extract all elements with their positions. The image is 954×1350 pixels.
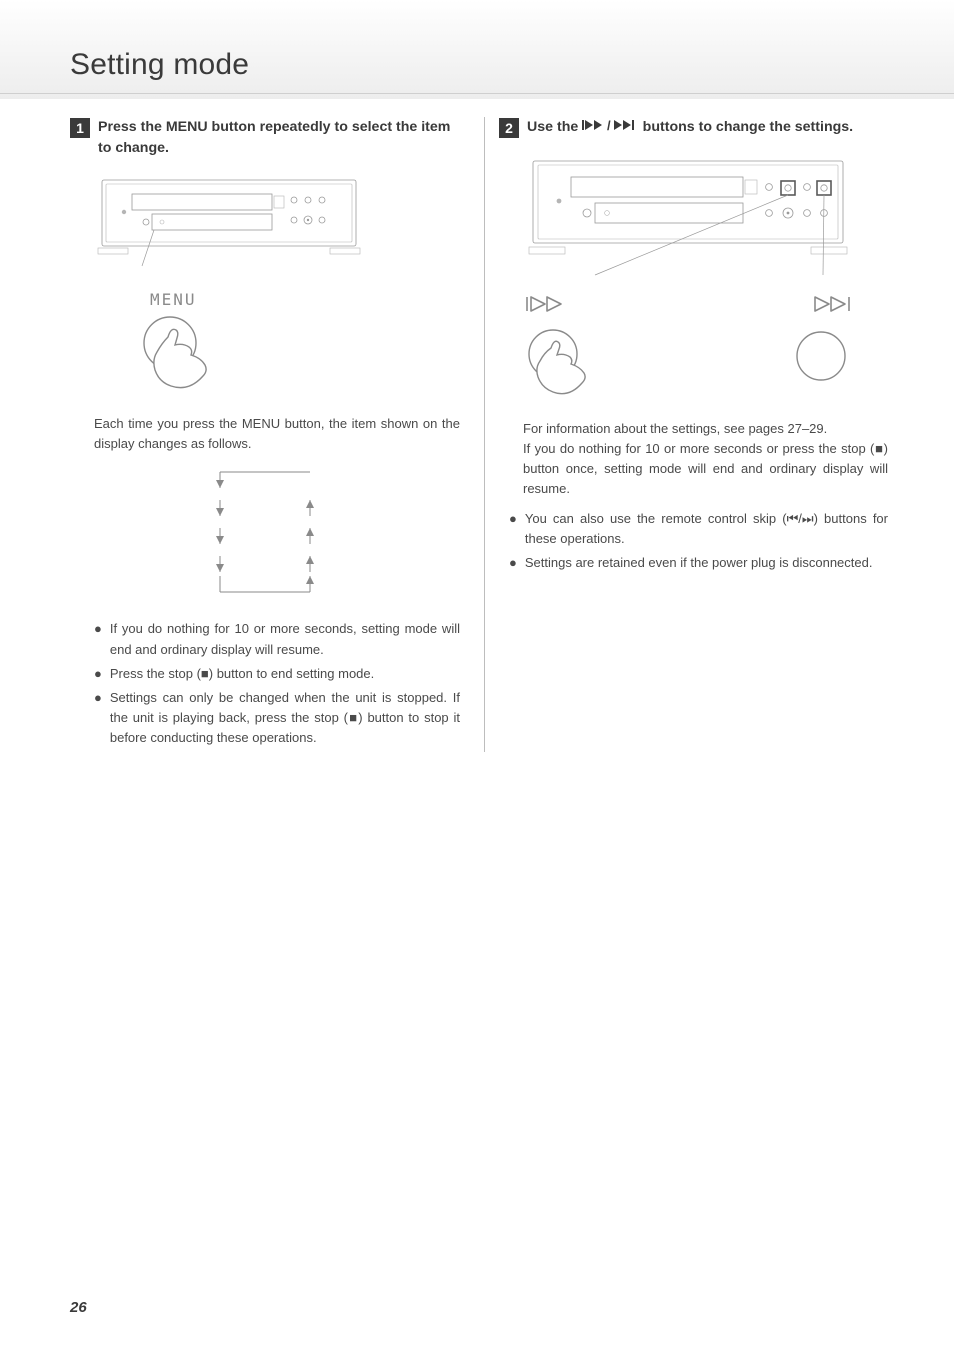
left-column: 1 Press the MENU button repeatedly to se… <box>70 117 474 752</box>
skip-buttons-glyph: / <box>582 118 638 139</box>
step-2-text-b: buttons to change the settings. <box>643 119 853 135</box>
bullet-dot-icon: ● <box>509 553 517 573</box>
bullet-dot-icon: ● <box>94 619 102 659</box>
page-number: 26 <box>70 1299 87 1316</box>
list-item: ● Settings can only be changed when the … <box>94 688 460 748</box>
skip-icons-row <box>523 293 853 320</box>
pointing-hand-icon <box>523 328 603 405</box>
step-2-heading: 2 Use the / <box>499 117 888 139</box>
content-area: 1 Press the MENU button repeatedly to se… <box>70 117 904 1290</box>
step-badge-2: 2 <box>499 118 519 138</box>
list-item: ● Settings are retained even if the powe… <box>509 553 888 573</box>
menu-cycle-icon <box>180 464 350 604</box>
two-columns: 1 Press the MENU button repeatedly to se… <box>70 117 904 752</box>
step1-after-fig-para: Each time you press the MENU button, the… <box>94 414 460 454</box>
list-item: ● If you do nothing for 10 or more secon… <box>94 619 460 659</box>
step2-bullets: ● You can also use the remote control sk… <box>509 509 888 573</box>
step1-bullets: ● If you do nothing for 10 or more secon… <box>94 619 460 748</box>
bullet-dot-icon: ● <box>509 509 517 549</box>
bullet-text: Press the stop (■) button to end setting… <box>110 664 460 684</box>
hand-figure-1 <box>138 315 460 400</box>
hand-row <box>523 328 853 405</box>
step1-cycle-intro: Each time you press the MENU button, the… <box>94 414 460 454</box>
bullet-text: You can also use the remote control skip… <box>525 509 888 549</box>
bullet-dot-icon: ● <box>94 688 102 748</box>
page-title: Setting mode <box>70 48 249 82</box>
device-front-panel-icon <box>94 172 364 282</box>
list-item: ● You can also use the remote control sk… <box>509 509 888 549</box>
pointing-hand-icon <box>138 315 228 395</box>
list-item: ● Press the stop (■) button to end setti… <box>94 664 460 684</box>
step-1-text-line2: to change. <box>98 140 169 156</box>
step2-resume-line: If you do nothing for 10 or more seconds… <box>523 439 888 499</box>
prev-track-icon <box>523 293 567 320</box>
step2-info-line: For information about the settings, see … <box>523 419 888 439</box>
step-1-text: Press the MENU button repeatedly to sele… <box>98 117 450 158</box>
step2-info-block: For information about the settings, see … <box>523 419 888 500</box>
step-1-text-line1: Press the MENU button repeatedly to sele… <box>98 119 450 135</box>
circle-button-icon <box>789 328 853 405</box>
page-root: Setting mode 1 Press the MENU button rep… <box>0 0 954 1350</box>
next-track-icon <box>809 293 853 320</box>
menu-label: MENU <box>150 290 460 309</box>
bullet-dot-icon: ● <box>94 664 102 684</box>
step-1-heading: 1 Press the MENU button repeatedly to se… <box>70 117 460 158</box>
menu-cycle-figure <box>180 464 350 609</box>
header-rule <box>0 93 954 94</box>
svg-text:/: / <box>607 118 611 132</box>
bullet-text: Settings can only be changed when the un… <box>110 688 460 748</box>
bullet-text: If you do nothing for 10 or more seconds… <box>110 619 460 659</box>
bullet-text: Settings are retained even if the power … <box>525 553 888 573</box>
device-figure-2 <box>523 153 888 283</box>
step-2-text-a: Use the <box>527 119 582 135</box>
device-figure-1 <box>94 172 460 282</box>
step-badge-1: 1 <box>70 118 90 138</box>
device-front-panel-icon <box>523 153 853 283</box>
right-column: 2 Use the / <box>484 117 888 752</box>
step-2-text: Use the / <box>527 117 853 139</box>
